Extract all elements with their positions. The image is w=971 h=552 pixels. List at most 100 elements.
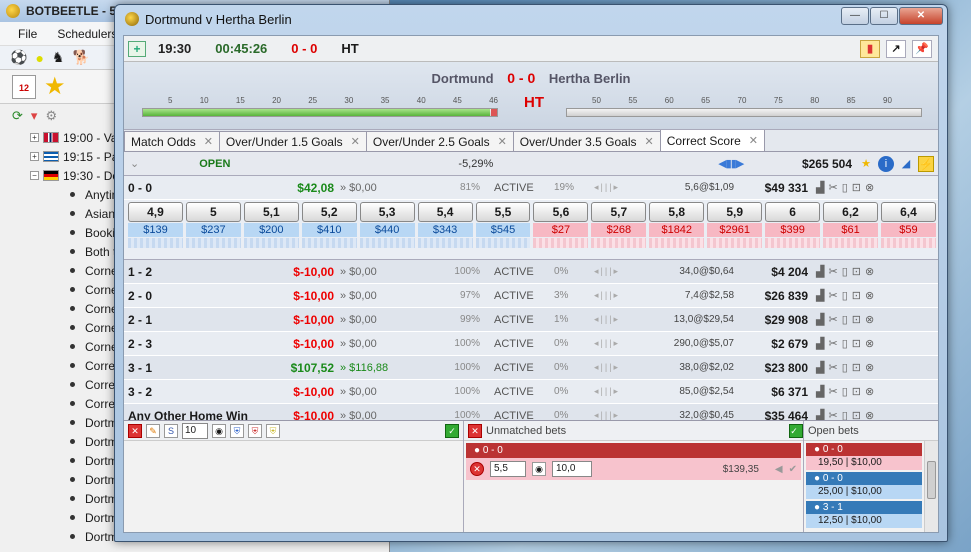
info-icon[interactable]: i [878, 155, 894, 172]
menu-file[interactable]: File [18, 27, 37, 41]
ladder-icon[interactable]: ▯ [842, 181, 848, 194]
mini-ladder-icon[interactable]: ◂|||▸ [594, 182, 634, 193]
chart-icon[interactable]: ◢ [898, 156, 914, 172]
confirm-icon[interactable]: ✔ [789, 464, 797, 475]
ladder-lay-amount[interactable]: $2961 [707, 223, 763, 237]
chart-icon[interactable]: ▟ [816, 265, 824, 278]
mini-ladder-icon[interactable]: ◂|||▸ [594, 362, 634, 373]
tools-icon[interactable]: ✂ [828, 181, 837, 194]
cancel-bet-icon[interactable]: ✕ [470, 462, 484, 476]
ladder-icon[interactable]: ▯ [842, 337, 848, 350]
open-bet-group[interactable]: ● 0 - 0 25,00 | $10,00 [806, 472, 922, 499]
collapse-icon[interactable]: − [30, 171, 39, 180]
stake-input[interactable]: 10,0 [552, 461, 592, 477]
menu-schedulers[interactable]: Schedulers [57, 27, 117, 41]
ladder-price-button[interactable]: 5,8 [649, 202, 705, 222]
chart-icon[interactable]: ▟ [816, 385, 824, 398]
scrollbar-thumb[interactable] [927, 461, 936, 499]
chart-icon[interactable]: ▟ [816, 337, 824, 350]
soccer-ball-icon[interactable]: ⚽ [10, 49, 27, 66]
expand-icon[interactable]: ⊡ [852, 289, 861, 302]
graph-icon[interactable]: ↗ [886, 39, 906, 58]
close-icon[interactable]: ⊗ [865, 265, 874, 278]
expand-icon[interactable]: + [30, 152, 39, 161]
ladder-lay-amount[interactable]: $61 [823, 223, 878, 237]
expand-icon[interactable]: ⊡ [852, 313, 861, 326]
ladder-lay-amount[interactable]: $399 [765, 223, 821, 237]
shield-red-icon[interactable]: ⛨ [248, 423, 262, 438]
ladder-price-button[interactable]: 5,7 [591, 202, 647, 222]
chart-icon[interactable]: ▟ [816, 289, 824, 302]
ladder-price-button[interactable]: 6 [765, 202, 821, 222]
unmatched-check-icon[interactable]: ✓ [789, 423, 803, 438]
ladder-lay-amount[interactable]: $59 [880, 223, 936, 237]
close-button[interactable]: ✕ [899, 7, 943, 25]
ladder-price-button[interactable]: 6,2 [823, 202, 878, 222]
mini-ladder-icon[interactable]: ◂|||▸ [594, 386, 634, 397]
bar-chart-icon[interactable]: ▮ [860, 39, 880, 58]
expand-icon[interactable]: ⊡ [852, 265, 861, 278]
ladder-icon[interactable]: ▯ [842, 361, 848, 374]
runner-row[interactable]: 0 - 0 $42,08 » $0,00 81% ACTIVE 19% ◂|||▸ 5,6@$… [124, 176, 938, 200]
runner-row[interactable]: 2 - 0 $-10,00 » $0,00 97% ACTIVE 3% ◂|||▸ 7,4@$… [124, 284, 938, 308]
close-icon[interactable]: ⊗ [865, 181, 874, 194]
script-icon[interactable]: S [164, 423, 178, 438]
ladder-price-button[interactable]: 5 [185, 202, 241, 222]
ladder-lay-amount[interactable]: $27 [533, 223, 589, 237]
chart-icon[interactable]: ▟ [816, 361, 824, 374]
close-icon[interactable]: ⊗ [865, 361, 874, 374]
expand-icon[interactable]: ⊡ [852, 385, 861, 398]
ladder-price-button[interactable]: 5,9 [707, 202, 763, 222]
close-icon[interactable]: ⊗ [865, 313, 874, 326]
ladder-nav-icon[interactable]: ◀▮▮▶ [718, 157, 744, 170]
stake-select[interactable]: 10 [182, 422, 208, 439]
runner-row[interactable]: 3 - 1 $107,52 » $116,88 100% ACTIVE 0% ◂|||▸ 38… [124, 356, 938, 380]
chart-icon[interactable]: ▟ [816, 181, 824, 194]
favourites-star-icon[interactable]: ★ [44, 74, 66, 99]
expand-icon[interactable]: + [30, 133, 39, 142]
runner-row[interactable]: 1 - 2 $-10,00 » $0,00 100% ACTIVE 0% ◂|||▸ 34,0… [124, 260, 938, 284]
cancel-all-icon[interactable]: ✕ [128, 423, 142, 438]
mini-ladder-icon[interactable]: ◂|||▸ [594, 266, 634, 277]
horse-racing-icon[interactable]: ♞ [52, 49, 65, 66]
runner-row[interactable]: 2 - 3 $-10,00 » $0,00 100% ACTIVE 0% ◂|||▸ 290,… [124, 332, 938, 356]
ladder-back-amount[interactable]: $139 [128, 223, 183, 237]
mini-ladder-icon[interactable]: ◂|||▸ [594, 314, 634, 325]
ladder-price-button[interactable]: 4,9 [128, 202, 183, 222]
ladder-icon[interactable]: ▯ [842, 313, 848, 326]
ladder-back-amount[interactable]: $545 [475, 223, 531, 237]
lightning-icon[interactable]: ⚡ [918, 155, 934, 172]
ladder-icon[interactable]: ▯ [842, 289, 848, 302]
tab-close-icon[interactable]: ✕ [351, 135, 360, 148]
runner-row[interactable]: 2 - 1 $-10,00 » $0,00 99% ACTIVE 1% ◂|||▸ 13,0@… [124, 308, 938, 332]
collapse-chevron-icon[interactable]: ⌄ [130, 157, 139, 170]
ladder-lay-amount[interactable]: $1842 [649, 223, 705, 237]
ladder-price-button[interactable]: 5,3 [359, 202, 415, 222]
settings-icon[interactable]: ⚙ [45, 108, 57, 124]
tab-market[interactable]: Correct Score ✕ [659, 129, 765, 151]
tools-icon[interactable]: ✂ [828, 289, 837, 302]
tab-close-icon[interactable]: ✕ [749, 134, 758, 147]
maximize-button[interactable]: ☐ [870, 7, 898, 25]
star-icon[interactable]: ★ [858, 156, 874, 172]
ladder-icon[interactable]: ▯ [842, 265, 848, 278]
stop-icon[interactable]: ◉ [212, 423, 226, 438]
ladder-icon[interactable]: ▯ [842, 385, 848, 398]
ladder-back-amount[interactable]: $440 [359, 223, 415, 237]
close-icon[interactable]: ⊗ [865, 385, 874, 398]
refresh-icon[interactable]: ⟳ [12, 108, 23, 124]
expand-icon[interactable]: ⊡ [852, 361, 861, 374]
close-icon[interactable]: ⊗ [865, 337, 874, 350]
checkbox-icon[interactable]: ✓ [445, 423, 459, 438]
open-bets-scrollbar[interactable] [924, 441, 938, 532]
tools-icon[interactable]: ✂ [828, 313, 837, 326]
add-market-icon[interactable]: + [128, 40, 146, 57]
expand-icon[interactable]: ⊡ [852, 337, 861, 350]
shield-blue-icon[interactable]: ⛨ [230, 423, 244, 438]
tools-icon[interactable]: ✂ [828, 361, 837, 374]
tab-market[interactable]: Match Odds ✕ [124, 131, 220, 151]
close-icon[interactable]: ⊗ [865, 289, 874, 302]
minimize-button[interactable]: — [841, 7, 869, 25]
tools-icon[interactable]: ✂ [828, 337, 837, 350]
shield-yellow-icon[interactable]: ⛨ [266, 423, 280, 438]
